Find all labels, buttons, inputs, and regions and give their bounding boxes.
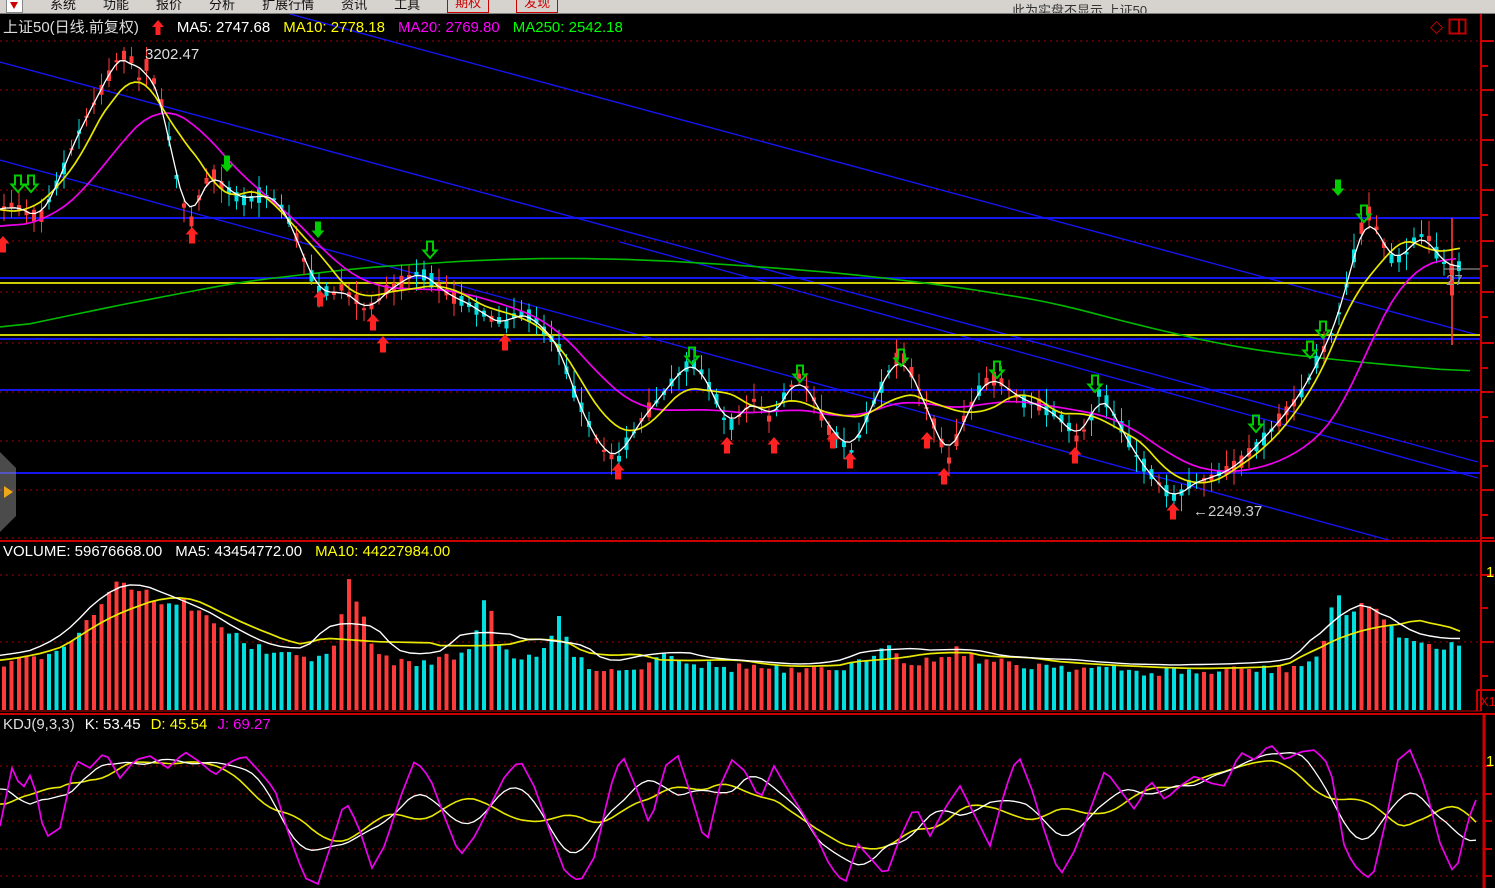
volume-value: VOLUME: 59676668.00 — [3, 543, 162, 560]
window-split-icon[interactable] — [1448, 18, 1467, 35]
kdj-title: KDJ(9,3,3) — [3, 716, 75, 733]
volume-indicator-row: VOLUME: 59676668.00 MA5: 43454772.00 MA1… — [3, 543, 450, 560]
kdj-axis-label: 1 — [1486, 753, 1494, 770]
expand-arrow-icon — [4, 486, 13, 498]
low-price-label: ←2249.37 — [1193, 503, 1262, 520]
kdj-k-value: K: 53.45 — [85, 716, 141, 733]
menu-item-news[interactable]: 资讯 — [341, 0, 367, 13]
arrow-left-icon: ← — [1193, 503, 1208, 520]
main-pane-layer — [0, 14, 1481, 541]
current-price-tag: 27 — [1446, 272, 1463, 289]
volume-axis-label: 1 — [1486, 564, 1494, 581]
menu-item-options-red[interactable]: 期权 — [447, 0, 489, 13]
menu-item-function[interactable]: 功能 — [103, 0, 129, 13]
app-icon[interactable] — [6, 0, 23, 13]
menu-bar: 系统 功能 报价 分析 扩展行情 资讯 工具 期权 发现 此为实盘不显示 上证5… — [0, 0, 1495, 14]
menu-item-discover-red[interactable]: 发现 — [516, 0, 558, 13]
ma20-value: MA20: 2769.80 — [398, 19, 500, 36]
volume-ma5-value: MA5: 43454772.00 — [175, 543, 302, 560]
menu-item-quotes[interactable]: 报价 — [156, 0, 182, 13]
pane-window-controls: ◇ — [1430, 18, 1467, 35]
ma5-value: MA5: 2747.68 — [177, 19, 270, 36]
menu-item-tools[interactable]: 工具 — [394, 0, 420, 13]
chart-canvas[interactable] — [0, 0, 1495, 888]
diamond-icon[interactable]: ◇ — [1430, 18, 1443, 35]
up-arrow-icon — [152, 20, 164, 35]
menu-item-extended[interactable]: 扩展行情 — [262, 0, 314, 13]
peak-price-label: 3202.47 — [145, 46, 199, 63]
symbol-title: 上证50(日线.前复权) — [3, 19, 139, 36]
menu-status-text: 此为实盘不显示 上证50 — [1012, 0, 1147, 14]
volume-multiplier-label: X1 — [1480, 693, 1495, 710]
app-icon-glyph — [10, 2, 18, 9]
axes-layer — [0, 14, 1495, 888]
main-indicator-row: 上证50(日线.前复权) MA5: 2747.68 MA10: 2778.18 … — [3, 19, 623, 36]
menu-item-analysis[interactable]: 分析 — [209, 0, 235, 13]
ma250-value: MA250: 2542.18 — [513, 19, 623, 36]
kdj-indicator-row: KDJ(9,3,3) K: 53.45 D: 45.54 J: 69.27 — [3, 716, 271, 733]
volume-pane-layer — [0, 575, 1481, 710]
ma10-value: MA10: 2778.18 — [283, 19, 385, 36]
menu-item-system[interactable]: 系统 — [50, 0, 76, 13]
volume-ma10-value: MA10: 44227984.00 — [315, 543, 450, 560]
kdj-j-value: J: 69.27 — [217, 716, 270, 733]
kdj-d-value: D: 45.54 — [151, 716, 208, 733]
kdj-pane-layer — [0, 746, 1483, 884]
